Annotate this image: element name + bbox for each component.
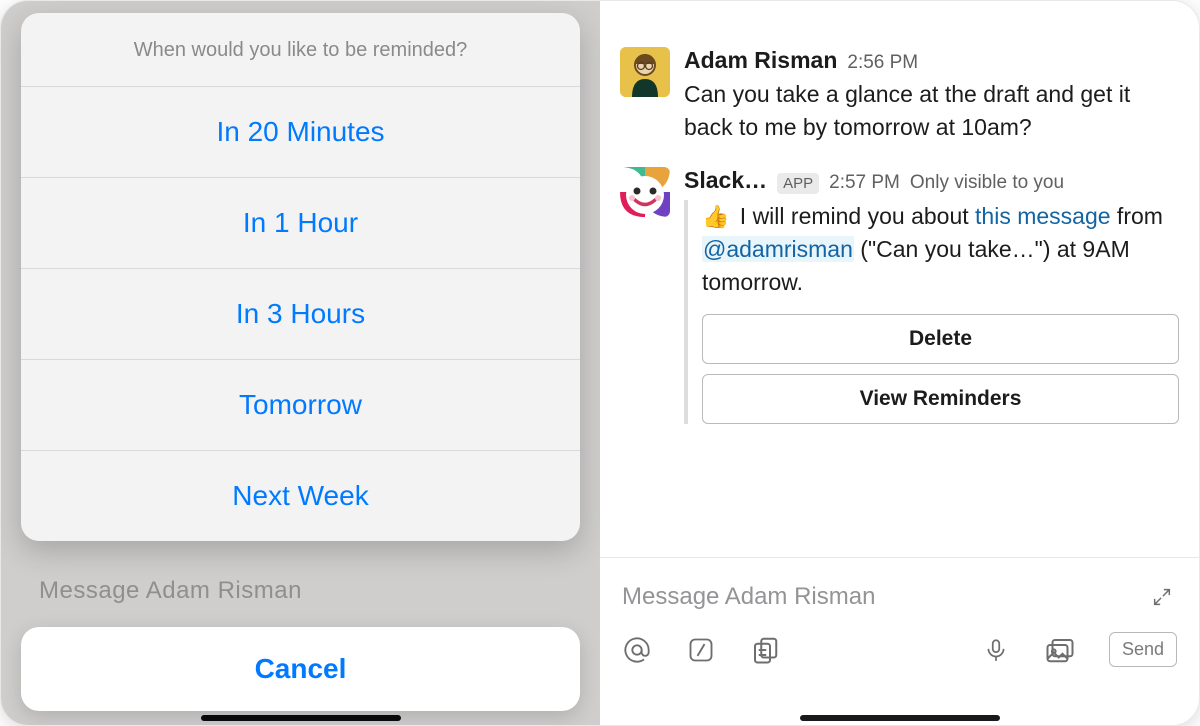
text-fragment: from bbox=[1111, 203, 1163, 229]
avatar bbox=[620, 167, 670, 217]
message-author: Slack… bbox=[684, 167, 767, 194]
sheet-title: When would you like to be reminded? bbox=[21, 13, 580, 86]
message-text: 👍 I will remind you about this message f… bbox=[702, 200, 1179, 300]
user-mention[interactable]: @adamrisman bbox=[702, 236, 854, 262]
text-fragment: I will remind you about bbox=[733, 203, 975, 229]
slash-command-icon[interactable] bbox=[686, 635, 716, 665]
avatar bbox=[620, 47, 670, 97]
expand-icon[interactable] bbox=[1147, 582, 1177, 612]
composer: Message Adam Risman bbox=[600, 557, 1199, 725]
reminder-option-3-hours[interactable]: In 3 Hours bbox=[21, 268, 580, 359]
home-indicator-icon bbox=[800, 715, 1000, 721]
reminder-option-1-hour[interactable]: In 1 Hour bbox=[21, 177, 580, 268]
message-time: 2:57 PM bbox=[829, 172, 900, 194]
composer-placeholder[interactable]: Message Adam Risman bbox=[622, 583, 875, 611]
slack-thread-panel: Adam Risman 2:56 PM Can you take a glanc… bbox=[600, 1, 1199, 725]
home-indicator-icon bbox=[201, 715, 401, 721]
reminder-option-tomorrow[interactable]: Tomorrow bbox=[21, 359, 580, 450]
send-button[interactable]: Send bbox=[1109, 632, 1177, 667]
message-time: 2:56 PM bbox=[847, 52, 918, 74]
reminder-option-next-week[interactable]: Next Week bbox=[21, 450, 580, 541]
message-row: Adam Risman 2:56 PM Can you take a glanc… bbox=[620, 47, 1179, 145]
app-badge: APP bbox=[777, 173, 819, 194]
background-input-ghost: Message Adam Risman bbox=[39, 577, 302, 605]
reminder-action-sheet: When would you like to be reminded? In 2… bbox=[21, 13, 580, 541]
image-icon[interactable] bbox=[1045, 635, 1075, 665]
reminder-option-20-minutes[interactable]: In 20 Minutes bbox=[21, 86, 580, 177]
delete-button[interactable]: Delete bbox=[702, 314, 1179, 364]
visibility-label: Only visible to you bbox=[910, 172, 1064, 194]
message-row: Slack… APP 2:57 PM Only visible to you 👍… bbox=[620, 167, 1179, 434]
message-author: Adam Risman bbox=[684, 47, 837, 74]
message-text: Can you take a glance at the draft and g… bbox=[684, 78, 1179, 145]
message-list: Adam Risman 2:56 PM Can you take a glanc… bbox=[600, 1, 1199, 557]
reminder-panel: Message Adam Risman When would you like … bbox=[1, 1, 600, 725]
quoted-reply: 👍 I will remind you about this message f… bbox=[684, 200, 1179, 424]
microphone-icon[interactable] bbox=[981, 635, 1011, 665]
attachment-icon[interactable] bbox=[750, 635, 780, 665]
message-link[interactable]: this message bbox=[975, 203, 1111, 229]
view-reminders-button[interactable]: View Reminders bbox=[702, 374, 1179, 424]
mention-icon[interactable] bbox=[622, 635, 652, 665]
cancel-button[interactable]: Cancel bbox=[21, 627, 580, 711]
thumbs-up-icon: 👍 bbox=[702, 204, 729, 229]
